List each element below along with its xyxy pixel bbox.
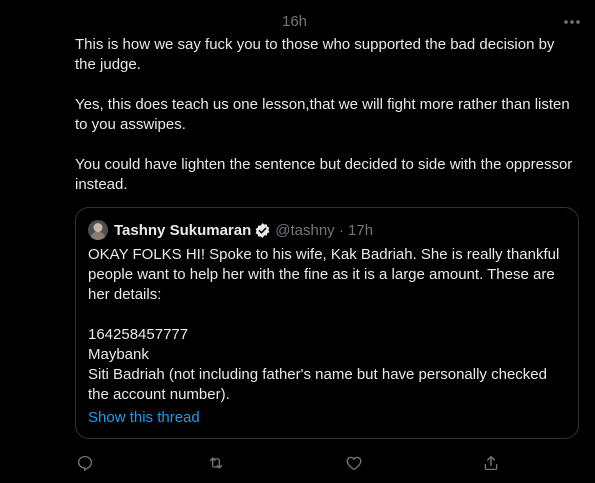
tweet-actions-bar [0,452,595,474]
retweet-icon[interactable] [205,452,227,474]
quoted-tweet-card[interactable]: Tashny Sukumaran @tashny · 17h OKAY FOLK… [75,207,579,439]
more-horizontal-icon[interactable] [562,14,582,30]
tweet-text: This is how we say fuck you to those who… [75,36,573,193]
quoted-tweet-text: OKAY FOLKS HI! Spoke to his wife, Kak Ba… [88,246,560,403]
quoted-tweet-header: Tashny Sukumaran @tashny · 17h [88,220,373,240]
avatar[interactable] [88,220,108,240]
reply-icon[interactable] [74,452,96,474]
show-thread-link[interactable]: Show this thread [88,408,200,428]
heart-icon[interactable] [343,452,365,474]
share-icon[interactable] [480,452,502,474]
quoted-author-name[interactable]: Tashny Sukumaran [114,222,251,239]
verified-badge-icon [254,222,271,239]
quoted-author-meta: @tashny · 17h [275,221,374,239]
tweet-timestamp[interactable]: 16h [282,13,307,30]
